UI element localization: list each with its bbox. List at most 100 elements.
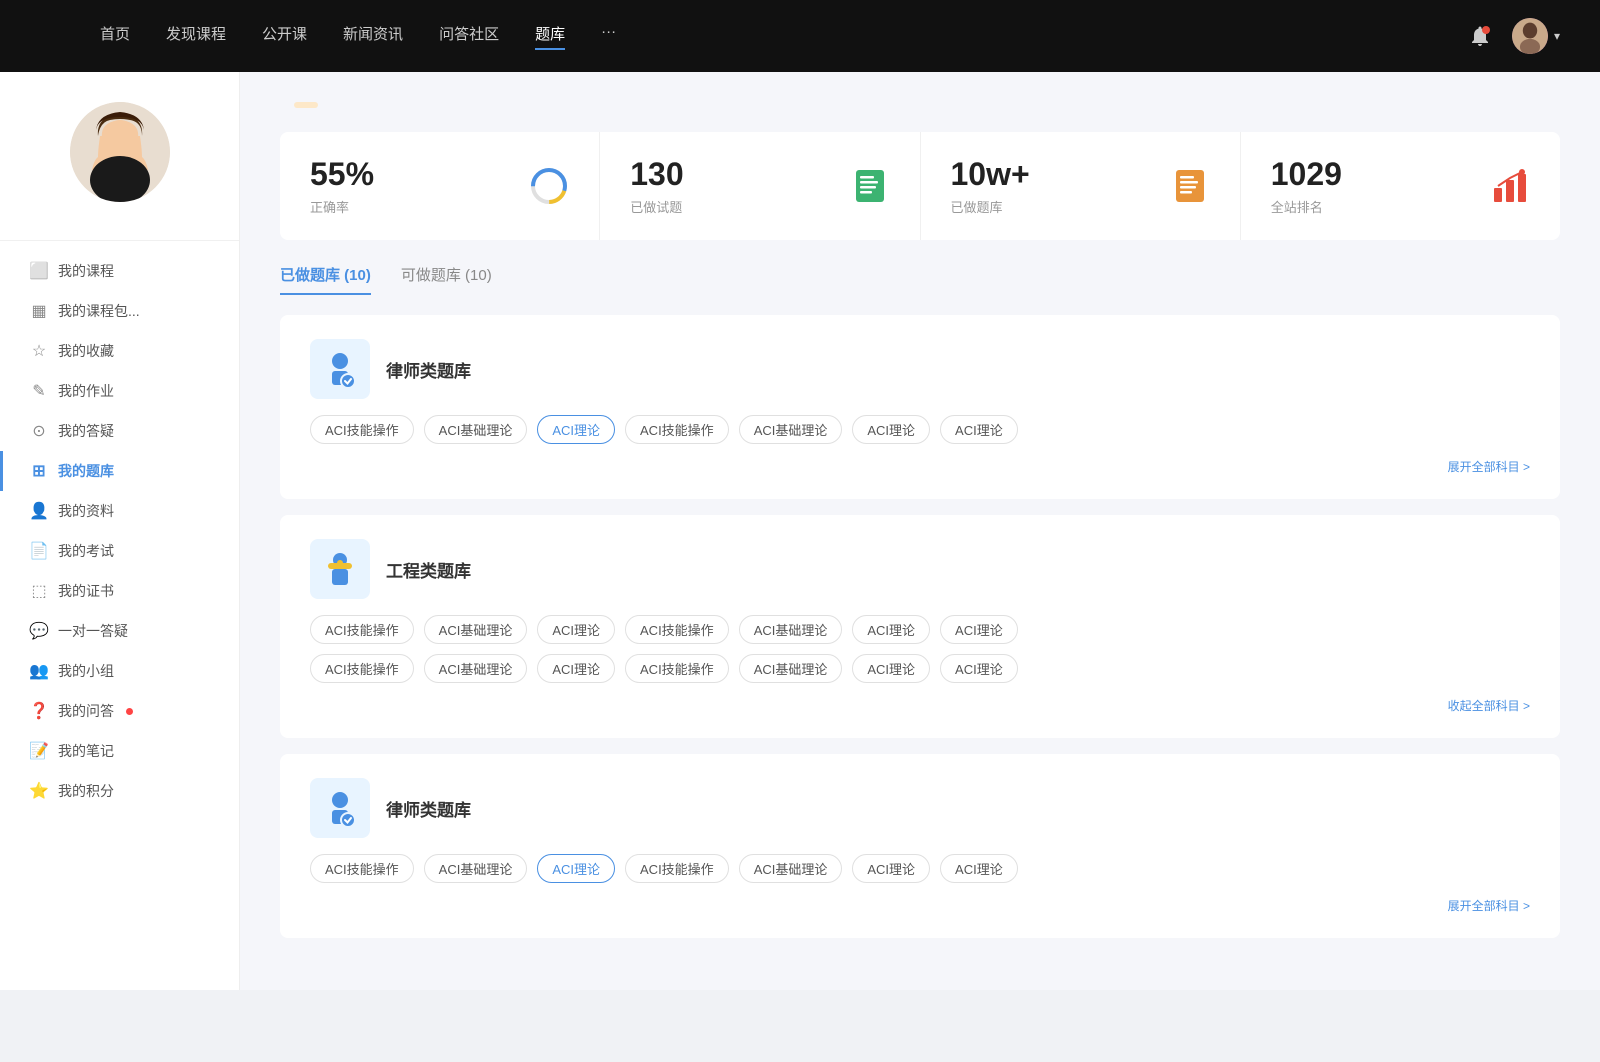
tag-1-3[interactable]: ACI技能操作: [625, 615, 729, 644]
group-icon: 👥: [30, 662, 48, 680]
tag-2-2[interactable]: ACI理论: [537, 854, 615, 883]
tag-2-6[interactable]: ACI理论: [940, 854, 1018, 883]
stat-done-banks: 10w+ 已做题库: [921, 132, 1241, 240]
expand-link-1[interactable]: 收起全部科目 >: [310, 693, 1530, 714]
menu-label: 我的小组: [58, 661, 114, 681]
qbank-header-2: 律师类题库: [310, 778, 1530, 838]
menu-label: 我的作业: [58, 381, 114, 401]
sidebar-menu-item-9[interactable]: 💬 一对一答疑: [0, 611, 239, 651]
sidebar-menu-item-1[interactable]: ▦ 我的课程包...: [0, 291, 239, 331]
tag-1-5[interactable]: ACI理论: [852, 615, 930, 644]
avatar: [1512, 18, 1548, 54]
sidebar-menu-item-13[interactable]: ⭐ 我的积分: [0, 771, 239, 811]
sidebar-menu-item-0[interactable]: ⬜ 我的课程: [0, 251, 239, 291]
tag-2-5[interactable]: ACI理论: [852, 854, 930, 883]
tag-0-4[interactable]: ACI基础理论: [739, 415, 843, 444]
expand-link-2[interactable]: 展开全部科目 >: [310, 893, 1530, 914]
tag-2-1[interactable]: ACI基础理论: [424, 854, 528, 883]
menu-label: 我的积分: [58, 781, 114, 801]
menu-label: 我的题库: [58, 461, 114, 481]
menu-label: 我的收藏: [58, 341, 114, 361]
nav-item-首页[interactable]: 首页: [100, 23, 130, 50]
nav-item-问答社区[interactable]: 问答社区: [439, 23, 499, 50]
tag-1-4[interactable]: ACI基础理论: [739, 615, 843, 644]
extra-tag-1-6[interactable]: ACI理论: [940, 654, 1018, 683]
qbank-title-2: 律师类题库: [386, 796, 471, 821]
sidebar-menu-item-12[interactable]: 📝 我的笔记: [0, 731, 239, 771]
tag-2-3[interactable]: ACI技能操作: [625, 854, 729, 883]
done-questions-icon: [850, 166, 890, 206]
menu-label: 我的证书: [58, 581, 114, 601]
qbank-card-2: 律师类题库 ACI技能操作ACI基础理论ACI理论ACI技能操作ACI基础理论A…: [280, 754, 1560, 938]
extra-tag-1-5[interactable]: ACI理论: [852, 654, 930, 683]
nav-item-发现课程[interactable]: 发现课程: [166, 23, 226, 50]
sidebar-menu-item-3[interactable]: ✎ 我的作业: [0, 371, 239, 411]
sidebar-menu-item-7[interactable]: 📄 我的考试: [0, 531, 239, 571]
tag-0-6[interactable]: ACI理论: [940, 415, 1018, 444]
user-avatar-menu[interactable]: ▾: [1512, 18, 1560, 54]
tag-0-1[interactable]: ACI基础理论: [424, 415, 528, 444]
menu-label: 我的问答: [58, 701, 114, 721]
sidebar-menu: ⬜ 我的课程 ▦ 我的课程包... ☆ 我的收藏 ✎ 我的作业 ⊙ 我的答疑 ⊞…: [0, 251, 239, 811]
profile-avatar: [70, 102, 170, 202]
stat-rank-value: 1029: [1271, 156, 1342, 193]
tags-row-0: ACI技能操作 ACI基础理论 ACI理论 ACI技能操作 ACI基础理论 ACI理论 AC…: [310, 415, 1530, 444]
menu-label: 我的课程包...: [58, 301, 140, 321]
nav-menu: 首页 发现课程 公开课 新闻资讯 问答社区 题库 ···: [100, 23, 1448, 50]
sidebar-menu-item-8[interactable]: ⬚ 我的证书: [0, 571, 239, 611]
nav-item-新闻资讯[interactable]: 新闻资讯: [343, 23, 403, 50]
sidebar-menu-item-6[interactable]: 👤 我的资料: [0, 491, 239, 531]
stat-banks-value: 10w+: [951, 156, 1030, 193]
sidebar-menu-item-11[interactable]: ❓ 我的问答: [0, 691, 239, 731]
page-header: [280, 102, 1560, 108]
navbar-right: ▾: [1448, 18, 1560, 54]
nav-item-公开课[interactable]: 公开课: [262, 23, 307, 50]
qbank-header-0: 律师类题库: [310, 339, 1530, 399]
notification-bell[interactable]: [1468, 24, 1492, 48]
stat-accuracy: 55% 正确率: [280, 132, 600, 240]
tab-1[interactable]: 可做题库 (10): [401, 264, 492, 295]
expand-link-0[interactable]: 展开全部科目 >: [310, 454, 1530, 475]
sidebar-menu-item-2[interactable]: ☆ 我的收藏: [0, 331, 239, 371]
extra-tag-1-1[interactable]: ACI基础理论: [424, 654, 528, 683]
qbank-icon-0: [310, 339, 370, 399]
nav-item-···[interactable]: ···: [601, 23, 616, 50]
qbank-header-1: 工程类题库: [310, 539, 1530, 599]
tag-0-5[interactable]: ACI理论: [852, 415, 930, 444]
qbank-title-0: 律师类题库: [386, 357, 471, 382]
sidebar-menu-item-5[interactable]: ⊞ 我的题库: [0, 451, 239, 491]
extra-tag-1-2[interactable]: ACI理论: [537, 654, 615, 683]
tags-row-2: ACI技能操作 ACI基础理论 ACI理论 ACI技能操作 ACI基础理论 ACI理论 AC…: [310, 854, 1530, 883]
nav-item-题库[interactable]: 题库: [535, 23, 565, 50]
people-icon: 👤: [30, 502, 48, 520]
tag-0-2[interactable]: ACI理论: [537, 415, 615, 444]
tag-0-3[interactable]: ACI技能操作: [625, 415, 729, 444]
tab-0[interactable]: 已做题库 (10): [280, 264, 371, 295]
stat-done-questions: 130 已做试题: [600, 132, 920, 240]
extra-tag-1-3[interactable]: ACI技能操作: [625, 654, 729, 683]
tag-1-2[interactable]: ACI理论: [537, 615, 615, 644]
sidebar-profile: [0, 102, 239, 241]
menu-label: 我的资料: [58, 501, 114, 521]
extra-tag-1-0[interactable]: ACI技能操作: [310, 654, 414, 683]
dropdown-chevron: ▾: [1554, 29, 1560, 43]
tag-1-1[interactable]: ACI基础理论: [424, 615, 528, 644]
tag-1-0[interactable]: ACI技能操作: [310, 615, 414, 644]
stats-row: 55% 正确率 130 已做试题: [280, 132, 1560, 240]
qa-icon: ❓: [30, 702, 48, 720]
tag-2-0[interactable]: ACI技能操作: [310, 854, 414, 883]
extra-tags-row-1: ACI技能操作 ACI基础理论 ACI理论 ACI技能操作 ACI基础理论 ACI理论 AC…: [310, 654, 1530, 683]
edit-icon: ✎: [30, 382, 48, 400]
score-icon: ⭐: [30, 782, 48, 800]
tag-1-6[interactable]: ACI理论: [940, 615, 1018, 644]
qbank-icon-2: [310, 778, 370, 838]
bar-icon: ▦: [30, 302, 48, 320]
extra-tag-1-4[interactable]: ACI基础理论: [739, 654, 843, 683]
sidebar-menu-item-10[interactable]: 👥 我的小组: [0, 651, 239, 691]
sidebar-menu-item-4[interactable]: ⊙ 我的答疑: [0, 411, 239, 451]
menu-label: 我的笔记: [58, 741, 114, 761]
tag-0-0[interactable]: ACI技能操作: [310, 415, 414, 444]
tag-2-4[interactable]: ACI基础理论: [739, 854, 843, 883]
cert-icon: ⬚: [30, 582, 48, 600]
qbank-cards: 律师类题库 ACI技能操作ACI基础理论ACI理论ACI技能操作ACI基础理论A…: [280, 315, 1560, 938]
